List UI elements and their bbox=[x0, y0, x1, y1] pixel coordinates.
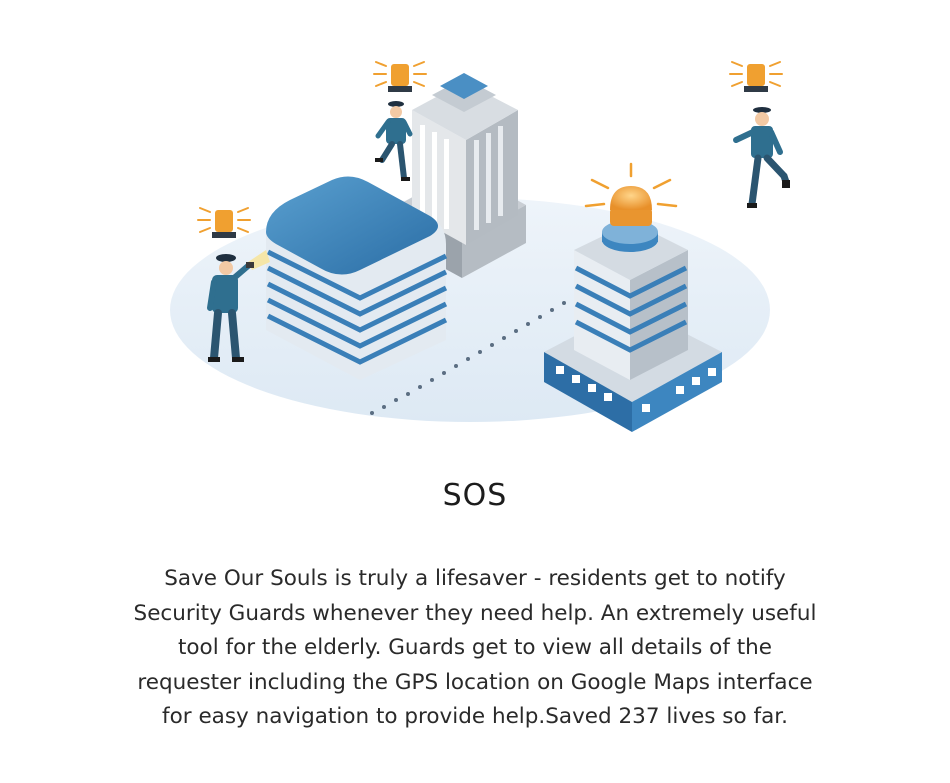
alarm-siren-icon bbox=[729, 61, 783, 92]
description-line: Security Guards whenever they need help.… bbox=[133, 600, 817, 626]
security-guard-icon bbox=[375, 101, 413, 181]
sos-illustration bbox=[0, 0, 950, 460]
alarm-siren-icon bbox=[373, 61, 427, 92]
description-line: tool for the elderly. Guards get to view… bbox=[177, 635, 773, 660]
security-guard-icon bbox=[733, 107, 790, 208]
description-line: Save Our Souls is truly a lifesaver - re… bbox=[164, 566, 786, 591]
description-line: for easy navigation to provide help.Save… bbox=[162, 704, 788, 729]
page-title: SOS bbox=[442, 478, 508, 513]
alarm-siren-icon bbox=[197, 207, 251, 238]
description-line: requester including the GPS location on … bbox=[137, 669, 813, 695]
description-text: Save Our Souls is truly a lifesaver - re… bbox=[100, 562, 850, 735]
